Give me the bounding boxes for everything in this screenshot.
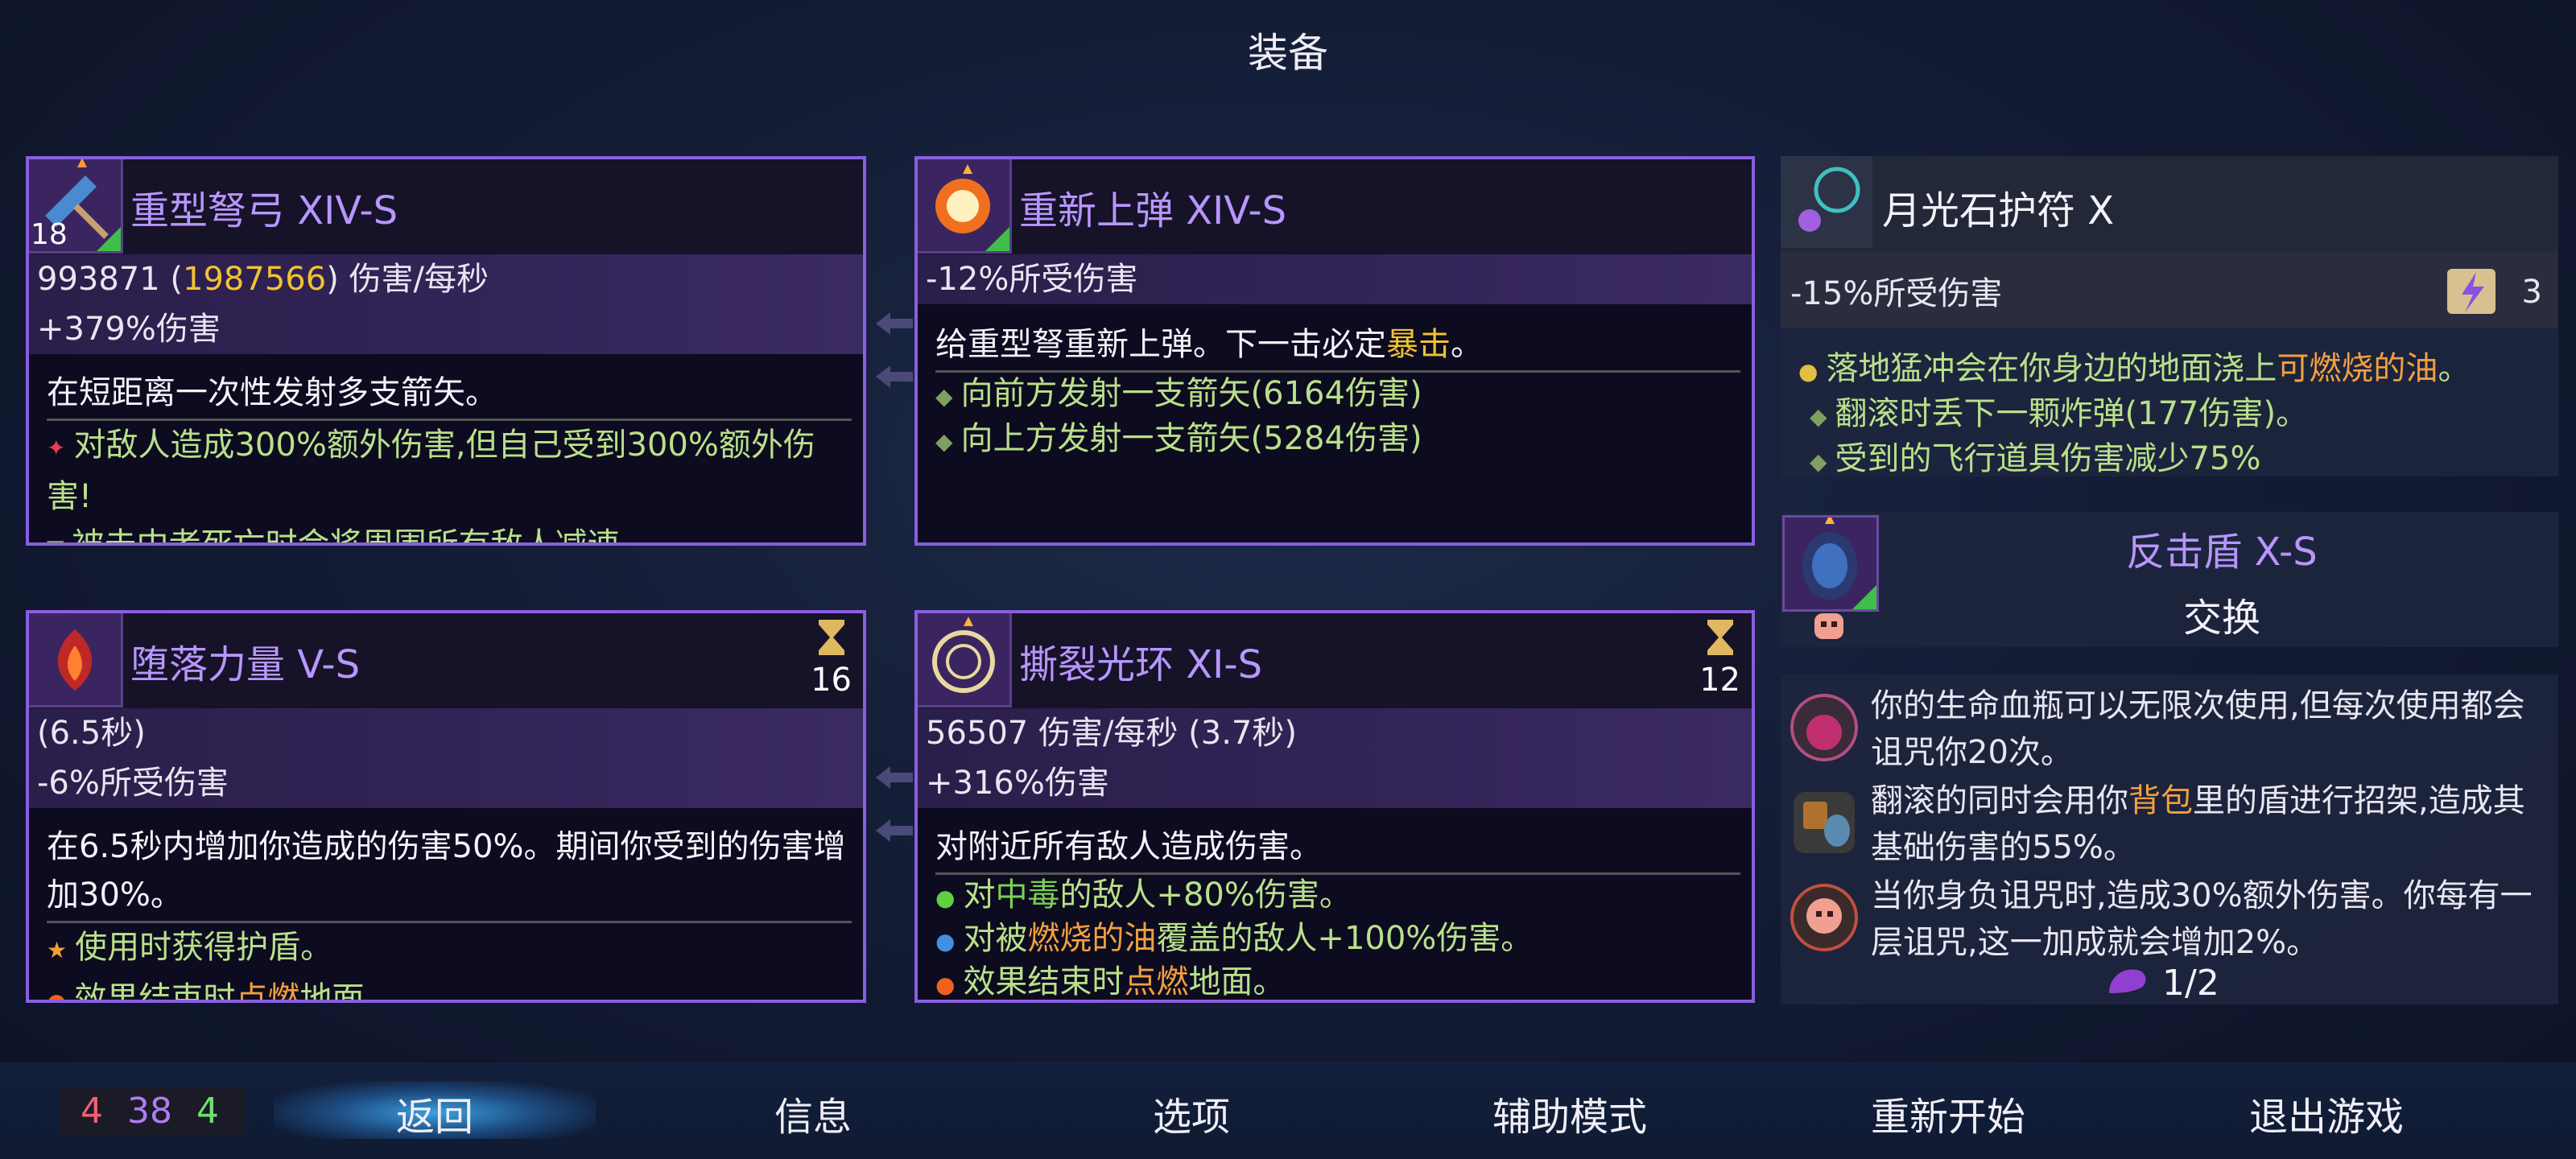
skill-card-tearing-aura[interactable]: 撕裂光环 XI-S 12 56507 伤害/每秒 (3.7秒) +316%伤害 … bbox=[914, 610, 1755, 1003]
aura-icon bbox=[918, 613, 1012, 707]
mutation-slot-icon bbox=[2109, 969, 2146, 993]
damage-bonus: +379%伤害 bbox=[37, 311, 221, 348]
damage-taken: -15%所受伤害 bbox=[1790, 275, 2003, 312]
crossbow-icon: 18 bbox=[29, 159, 123, 254]
restart-button[interactable]: 重新开始 bbox=[1827, 1085, 2069, 1141]
cooldown: 16 bbox=[811, 618, 852, 699]
swap-item-name: 反击盾 X-S bbox=[2126, 530, 2318, 575]
item-name: 重型弩弓 XIV-S bbox=[130, 188, 398, 233]
counter-shield-icon bbox=[1782, 514, 1879, 612]
survival-count: 4 bbox=[196, 1091, 219, 1132]
dps-unit: 伤害/每秒 bbox=[349, 261, 489, 298]
item-description: 在6.5秒内增加你造成的伤害50%。期间你受到的伤害增加30%。 bbox=[47, 823, 852, 923]
health-flask-icon bbox=[1790, 694, 1858, 761]
cursed-skull-icon bbox=[1790, 884, 1858, 951]
damage-bonus: +316%伤害 bbox=[926, 765, 1109, 802]
blood-icon: ✦ bbox=[47, 435, 66, 461]
swap-arrows bbox=[876, 312, 913, 388]
cooldown-seconds: 12 bbox=[1699, 662, 1740, 699]
poison-icon: ● bbox=[935, 885, 956, 911]
effect-text: 向前方发射一支箭矢(6164伤害) bbox=[960, 375, 1422, 412]
mutation-text: 当你身负诅咒时,造成30%额外伤害。你每有一层诅咒,这一加成就会增加2%。 bbox=[1871, 877, 2533, 961]
info-button[interactable]: 信息 bbox=[692, 1085, 934, 1141]
backpack-shield-icon bbox=[1794, 792, 1855, 853]
scroll-icon bbox=[2447, 269, 2496, 314]
fire-icon: ● bbox=[47, 988, 67, 1003]
swap-arrows bbox=[876, 766, 913, 842]
hourglass-icon bbox=[1707, 620, 1733, 655]
quit-button[interactable]: 退出游戏 bbox=[2206, 1085, 2447, 1141]
amulet-panel[interactable]: 月光石护符 X -15%所受伤害 3 ● 落地猛冲会在你身边的地面浇上可燃烧的油。… bbox=[1781, 156, 2558, 477]
back-button[interactable]: 返回 bbox=[314, 1085, 555, 1141]
effect-text: 对敌人造成300%额外伤害,但自己受到300%额外伤害! bbox=[47, 427, 815, 515]
mutation-item[interactable]: 翻滚的同时会用你背包里的盾进行招架,造成其基础伤害的55%。 bbox=[1781, 777, 2558, 871]
effect-text: 受到的飞行道具伤害减少75% bbox=[1835, 440, 2261, 477]
hourglass-icon bbox=[818, 620, 844, 655]
reload-icon bbox=[918, 159, 1012, 254]
cooldown: 12 bbox=[1699, 618, 1740, 699]
star-icon: ★ bbox=[47, 937, 68, 963]
effect-text: 被击中者死亡时会将周围所有敌人减速 bbox=[72, 526, 620, 546]
cooldown-seconds: 16 bbox=[811, 662, 852, 699]
item-level: 18 bbox=[31, 218, 68, 251]
damage-taken: -6%所受伤害 bbox=[37, 765, 229, 802]
effect-text: 向上方发射一支箭矢(5284伤害) bbox=[960, 420, 1422, 457]
mutation-item[interactable]: 你的生命血瓶可以无限次使用,但每次使用都会诅咒你20次。 bbox=[1781, 683, 2558, 776]
swap-button[interactable]: 交换 bbox=[1885, 586, 2558, 642]
item-name: 撕裂光环 XI-S bbox=[1019, 642, 1263, 687]
effect-text: 使用时获得护盾。 bbox=[75, 929, 333, 966]
amulet-name: 月光石护符 X bbox=[1882, 188, 2115, 233]
fire-icon: ● bbox=[935, 971, 956, 998]
corrupted-power-icon bbox=[29, 613, 123, 707]
skill-card-reload[interactable]: 重新上弹 XIV-S -12%所受伤害 给重型弩重新上弹。下一击必定暴击。 ◆ 向… bbox=[914, 156, 1755, 546]
scroll-stats: 4 38 4 bbox=[60, 1087, 245, 1136]
dps-value: 993871 bbox=[37, 261, 160, 298]
moonstone-amulet-icon bbox=[1781, 156, 1872, 248]
brutality-count: 4 bbox=[80, 1091, 103, 1132]
assist-mode-button[interactable]: 辅助模式 bbox=[1449, 1085, 1690, 1141]
mutation-item[interactable]: 当你身负诅咒时,造成30%额外伤害。你每有一层诅咒,这一加成就会增加2%。 bbox=[1781, 872, 2558, 966]
dps-value: 56507 伤害/每秒 (3.7秒) bbox=[926, 715, 1297, 752]
mutations-panel: 你的生命血瓶可以无限次使用,但每次使用都会诅咒你20次。 翻滚的同时会用你背包里… bbox=[1781, 674, 2558, 1004]
skull-icon bbox=[1814, 613, 1843, 639]
mutation-text: 翻滚的同时会用你背包里的盾进行招架,造成其基础伤害的55%。 bbox=[1871, 782, 2525, 866]
slow-icon: ▼ bbox=[47, 534, 64, 542]
effect-text: 翻滚时丢下一颗炸弹(177伤害)。 bbox=[1835, 395, 2309, 432]
item-name: 堕落力量 V-S bbox=[130, 642, 361, 687]
swap-item-panel[interactable]: 反击盾 X-S 交换 bbox=[1781, 512, 2558, 647]
skill-card-corrupted-power[interactable]: 堕落力量 V-S 16 (6.5秒) -6%所受伤害 在6.5秒内增加你造成的伤… bbox=[26, 610, 866, 1003]
weapon-card-crossbow[interactable]: 18 重型弩弓 XIV-S 993871 (1987566) 伤害/每秒 +37… bbox=[26, 156, 866, 546]
moon-icon: ● bbox=[1798, 358, 1818, 385]
dps-crit-value: 1987566 bbox=[183, 261, 327, 298]
tactics-count: 38 bbox=[127, 1091, 172, 1132]
damage-taken: -12%所受伤害 bbox=[926, 261, 1138, 298]
item-description: 在短距离一次性发射多支箭矢。 bbox=[47, 369, 852, 421]
options-button[interactable]: 选项 bbox=[1071, 1085, 1312, 1141]
item-name: 重新上弹 XIV-S bbox=[1019, 188, 1287, 233]
mutation-text: 你的生命血瓶可以无限次使用,但每次使用都会诅咒你20次。 bbox=[1871, 687, 2525, 771]
item-description: 对附近所有敌人造成伤害。 bbox=[935, 823, 1740, 875]
screen-title: 装备 bbox=[1248, 30, 1328, 76]
scroll-count: 3 bbox=[2521, 274, 2542, 311]
duration: (6.5秒) bbox=[37, 715, 146, 752]
oil-icon: ● bbox=[935, 928, 956, 955]
item-description: 给重型弩重新上弹。下一击必定暴击。 bbox=[935, 320, 1740, 373]
